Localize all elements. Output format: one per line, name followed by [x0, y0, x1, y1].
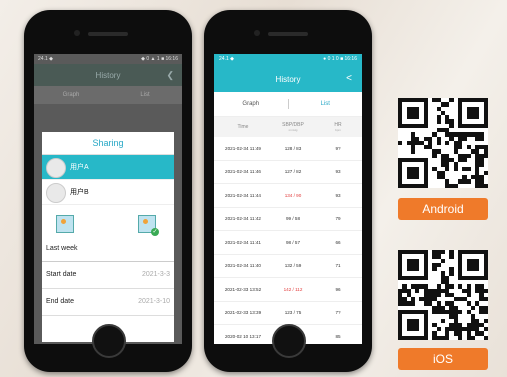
cell-hr: 66 [335, 239, 341, 245]
front-camera [74, 30, 80, 36]
checkmark-icon: ✓ [151, 228, 159, 236]
tab-graph[interactable]: Graph [34, 86, 108, 104]
cell-bp: 123 / 75 [284, 310, 302, 316]
tab-graph[interactable]: Graph [214, 101, 288, 107]
status-bar: 24.1 ◆ ◆ 0 ▲ 1 ■ 16:16 [34, 54, 182, 64]
table-row[interactable]: 2021-02-34 11:42 99 / 58 79 [214, 208, 362, 231]
home-button[interactable] [92, 324, 126, 358]
status-bar-right: ● 0 1 0 ■ 16:16 [323, 56, 357, 62]
image-selected-icon[interactable]: ✓ [138, 215, 159, 236]
cell-hr: 85 [335, 333, 341, 339]
table-header: Time SBP/DBP mmHg HR bpm [214, 117, 362, 137]
status-bar-left: 24.1 ◆ [219, 56, 234, 62]
start-date-field[interactable]: Start date 2021-3-3 [42, 262, 174, 289]
cell-time: 2021-02-34 11:41 [225, 239, 261, 245]
dialog-title: Sharing [42, 132, 174, 155]
avatar [46, 183, 66, 203]
column-header-hr: HR bpm [334, 122, 342, 132]
phone-right-screen: 24.1 ◆ ● 0 1 0 ■ 16:16 History < Graph L… [214, 54, 362, 344]
column-header-bp: SBP/DBP mmHg [282, 122, 304, 132]
home-button[interactable] [272, 324, 306, 358]
cell-time: 2021-02-34 11:40 [225, 263, 261, 269]
cell-bp: 127 / 82 [284, 169, 302, 175]
cell-bp: 132 / 59 [284, 263, 302, 269]
end-date-label: End date [46, 298, 75, 305]
status-bar-left: 24.1 ◆ [38, 56, 53, 62]
user-row-b[interactable]: 用户B [42, 180, 174, 205]
tab-bar: Graph List [214, 92, 362, 117]
period-select[interactable]: Last week [42, 243, 174, 262]
table-row[interactable]: 2021-02-34 11:40 132 / 59 71 [214, 255, 362, 278]
cell-hr: 93 [335, 192, 341, 198]
cell-hr: 71 [335, 263, 341, 269]
phone-right: 24.1 ◆ ● 0 1 0 ■ 16:16 History < Graph L… [204, 10, 372, 372]
cell-hr: 96 [335, 286, 341, 292]
tab-list[interactable]: List [289, 101, 363, 107]
front-camera [254, 30, 260, 36]
android-download-badge[interactable]: Android [398, 198, 488, 220]
cell-bp: 134 / 90 [284, 192, 302, 198]
image-icon[interactable] [56, 215, 74, 233]
start-date-value: 2021-3-3 [141, 271, 170, 278]
status-bar-right: ◆ 0 ▲ 1 ■ 16:16 [141, 56, 178, 62]
cell-time: 2020-02 10 13:17 [224, 333, 262, 339]
speaker-grille [268, 32, 308, 36]
cell-time: 2021-02-33 13:39 [224, 310, 262, 316]
cell-time: 2021-02-34 11:49 [225, 145, 261, 151]
table-row[interactable]: 2021-02-33 13:39 123 / 75 7? [214, 302, 362, 325]
cell-time: 2021-02-34 11:44 [225, 192, 261, 198]
sharing-dialog: Sharing 用户A 用户B ✓ Last week Start date 2… [42, 132, 174, 342]
avatar [46, 158, 66, 178]
history-table-body: 2021-02-34 11:49 128 / 83 9? 2021-02-34 11:… [214, 137, 362, 344]
user-name: 用户B [70, 189, 89, 196]
cell-bp: 99 / 58 [285, 216, 301, 222]
ios-download-badge[interactable]: iOS [398, 348, 488, 370]
cell-time: 2021-02-33 13:52 [224, 286, 262, 292]
end-date-field[interactable]: End date 2021-3-10 [42, 289, 174, 316]
user-name: 用户A [70, 164, 89, 171]
phone-left-screen: 24.1 ◆ ◆ 0 ▲ 1 ■ 16:16 History ❮ Graph L… [34, 54, 182, 344]
cell-time: 2021-02-34 11:42 [225, 216, 261, 222]
speaker-grille [88, 32, 128, 36]
end-date-value: 2021-3-10 [138, 298, 170, 305]
table-row[interactable]: 2021-02-34 11:46 127 / 82 93 [214, 161, 362, 184]
app-header: History ❮ [34, 64, 182, 86]
cell-hr: 79 [335, 216, 341, 222]
table-row[interactable]: 2021-02-34 11:49 128 / 83 9? [214, 137, 362, 161]
cell-bp: 142 / 112 [283, 286, 303, 292]
android-qr-code [398, 98, 488, 188]
app-header: History < [214, 66, 362, 92]
phone-left: 24.1 ◆ ◆ 0 ▲ 1 ■ 16:16 History ❮ Graph L… [24, 10, 192, 372]
ios-qr-code [398, 250, 488, 340]
tab-list[interactable]: List [108, 86, 182, 104]
cell-time: 2021-02-34 11:46 [225, 169, 261, 175]
table-row[interactable]: 2021-02-33 13:52 142 / 112 96 [214, 278, 362, 302]
share-icon[interactable]: < [346, 73, 352, 84]
start-date-label: Start date [46, 271, 77, 278]
page-title: History [95, 70, 121, 80]
column-header-time: Time [237, 124, 249, 130]
cell-hr: 9? [335, 145, 341, 151]
page-title: History [275, 74, 301, 84]
share-icon[interactable]: ❮ [166, 70, 174, 81]
cell-bp: 128 / 83 [284, 145, 302, 151]
share-options-row: ✓ [42, 205, 174, 243]
cell-hr: 7? [335, 310, 341, 316]
tab-bar: Graph List [34, 86, 182, 104]
cell-bp: 98 / 57 [285, 239, 301, 245]
cell-hr: 93 [335, 169, 341, 175]
table-row[interactable]: 2021-02-34 11:41 98 / 57 66 [214, 231, 362, 255]
status-bar: 24.1 ◆ ● 0 1 0 ■ 16:16 [214, 54, 362, 66]
user-row-a[interactable]: 用户A [42, 155, 174, 180]
table-row[interactable]: 2021-02-34 11:44 134 / 90 93 [214, 184, 362, 208]
